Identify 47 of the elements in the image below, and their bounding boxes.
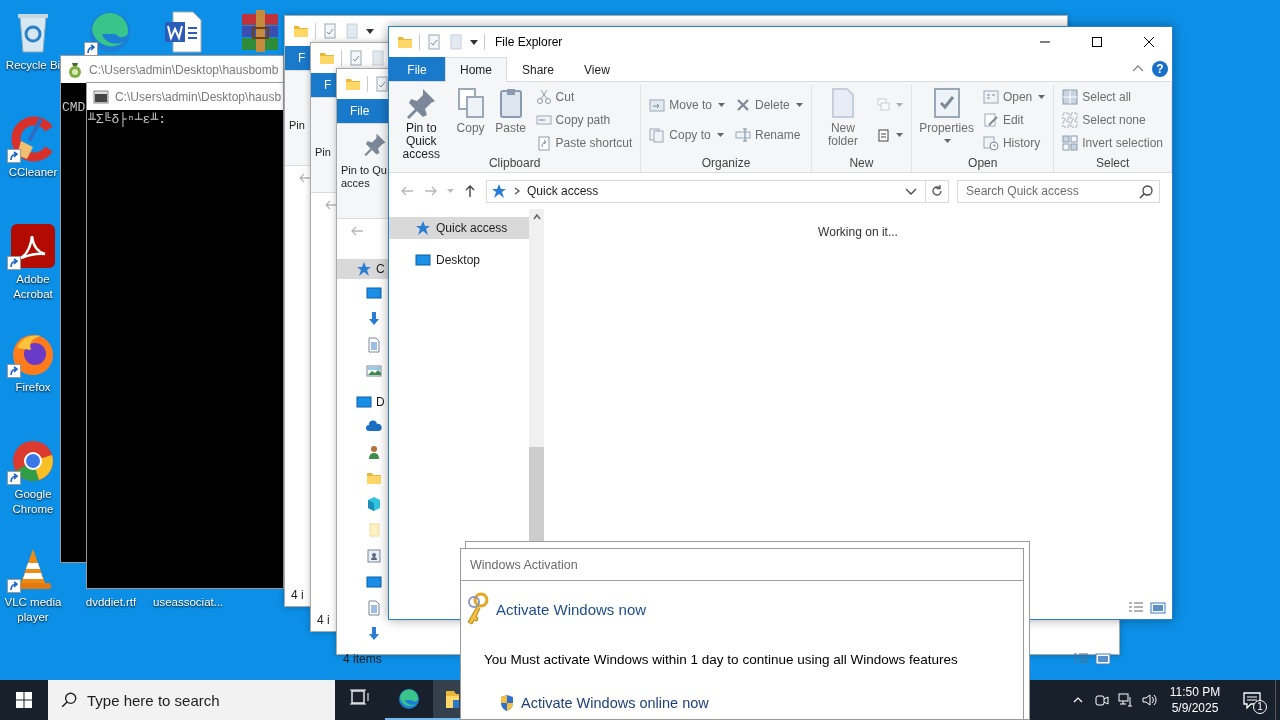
- icon-label: Recycle Bi: [5, 58, 61, 73]
- ribbon-tab[interactable]: F: [311, 73, 337, 97]
- tree-item[interactable]: D: [337, 392, 389, 412]
- ribbon-tab[interactable]: F: [285, 46, 311, 70]
- console-text: CMD: [62, 100, 86, 115]
- window-title: File Explorer: [495, 35, 563, 49]
- activate-link[interactable]: Activate Windows online now: [521, 695, 709, 711]
- window-title: C:\Users\admin\Desktop\hausb: [115, 89, 282, 104]
- help-button[interactable]: ?: [1152, 61, 1168, 77]
- status-text: 4 items: [343, 652, 382, 666]
- ribbon-tab[interactable]: Share: [507, 57, 570, 81]
- tree-item[interactable]: C: [337, 259, 389, 279]
- status-message: Working on it...: [818, 225, 898, 239]
- status-text: 4 i: [317, 613, 330, 627]
- ribbon-button[interactable]: Pin: [289, 79, 310, 132]
- icon-label: VLC media player: [3, 595, 63, 625]
- icon-label: dvddiet.rtf: [85, 595, 137, 610]
- ribbon-tab[interactable]: File: [337, 99, 389, 123]
- tree-item[interactable]: Quick access: [389, 217, 529, 239]
- group-label: Open: [967, 155, 999, 171]
- window-title: C:\Users\admin\Desktop\hausbomb: [89, 62, 279, 77]
- icon-label: CCleaner: [8, 165, 58, 180]
- dialog-message: You Must activate Windows within 1 day to continue using all Windows features: [484, 651, 958, 667]
- icon-label: Google Chrome: [11, 487, 55, 517]
- ribbon-tab[interactable]: Home: [445, 57, 507, 82]
- group-label: New: [848, 155, 875, 171]
- group-label: Clipboard: [487, 155, 542, 171]
- icon-label: Firefox: [15, 380, 51, 395]
- ribbon-tab[interactable]: File: [389, 57, 445, 81]
- group-label: Organize: [700, 155, 752, 171]
- console-text: ╨Σ╚δ├ⁿ┴ε╨:: [88, 112, 166, 127]
- window-title: Windows Activation: [470, 557, 578, 572]
- ribbon-tab[interactable]: View: [569, 57, 625, 81]
- icon-label: Adobe Acrobat: [12, 272, 54, 302]
- search-field[interactable]: Search Quick access: [957, 179, 1160, 203]
- dialog-heading: Activate Windows now: [496, 600, 647, 618]
- clock[interactable]: 11:50 PM 5/9/2025: [1162, 680, 1228, 720]
- ribbon-button[interactable]: Pin to Qu acces: [341, 132, 388, 190]
- notification-button[interactable]: 1: [1228, 680, 1275, 720]
- address-bar[interactable]: Quick access: [486, 179, 949, 203]
- icon-label: useassociat...: [153, 595, 223, 610]
- group-label: Select: [1094, 155, 1131, 171]
- tree-item[interactable]: Desktop: [389, 249, 529, 271]
- taskbar-search-field[interactable]: Type here to search: [48, 680, 335, 720]
- ribbon-button[interactable]: Pin: [315, 106, 336, 159]
- notification-badge: 1: [1253, 700, 1267, 714]
- status-text: 4 i: [291, 588, 304, 602]
